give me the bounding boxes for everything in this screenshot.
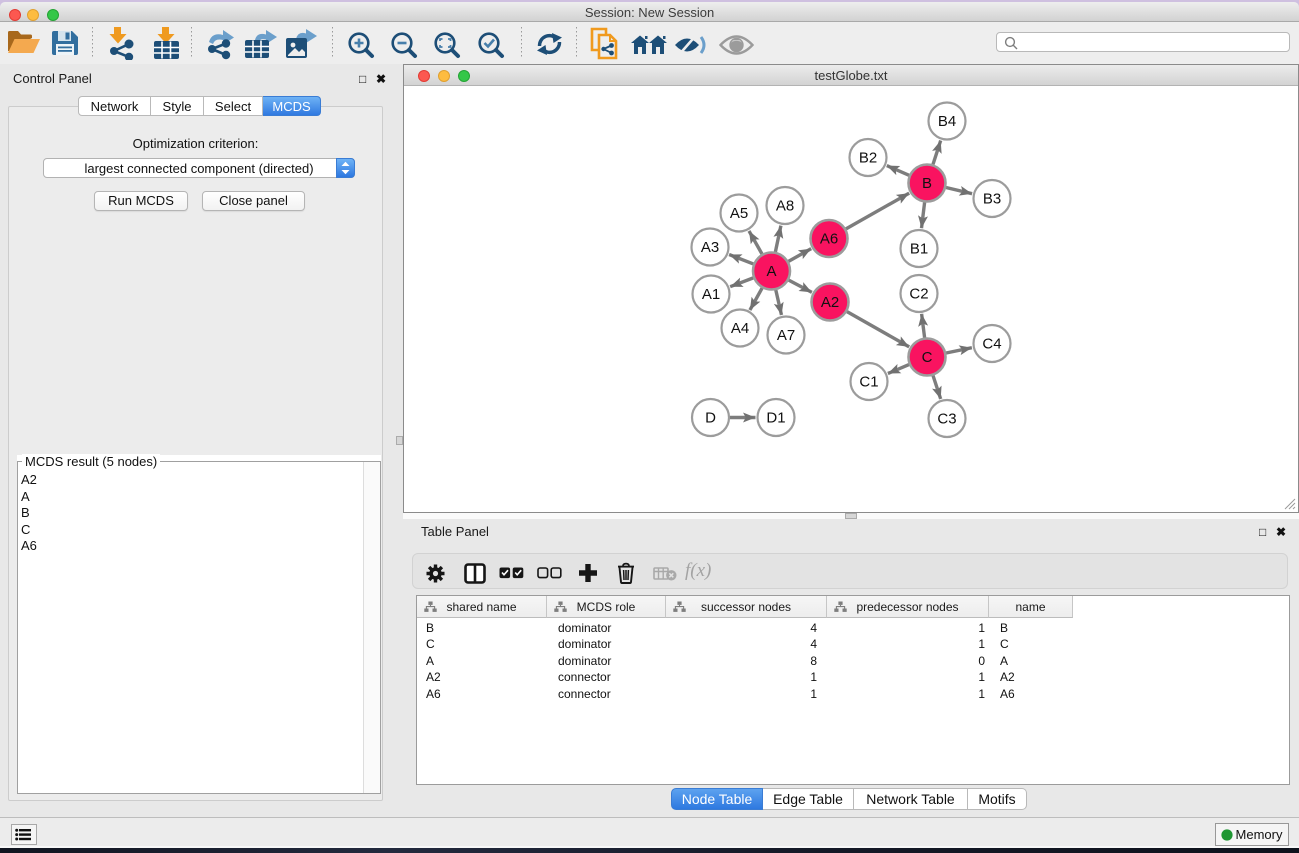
svg-text:B2: B2 [859,150,877,167]
svg-text:A3: A3 [701,239,719,256]
svg-text:C3: C3 [937,411,956,428]
svg-text:A8: A8 [776,198,794,215]
svg-text:D1: D1 [766,410,785,427]
svg-text:A7: A7 [777,327,795,344]
svg-text:A5: A5 [730,205,748,222]
svg-text:A1: A1 [702,286,720,303]
svg-text:A: A [766,263,776,280]
svg-text:A2: A2 [821,294,839,311]
svg-text:B: B [922,175,932,192]
svg-text:C2: C2 [909,286,928,303]
svg-text:C4: C4 [982,336,1001,353]
svg-text:B1: B1 [910,241,928,258]
svg-text:A4: A4 [731,320,749,337]
svg-text:C: C [922,349,933,366]
svg-text:B4: B4 [938,113,956,130]
svg-text:B3: B3 [983,191,1001,208]
svg-text:D: D [705,410,716,427]
svg-text:C1: C1 [859,374,878,391]
svg-text:A6: A6 [820,231,838,248]
